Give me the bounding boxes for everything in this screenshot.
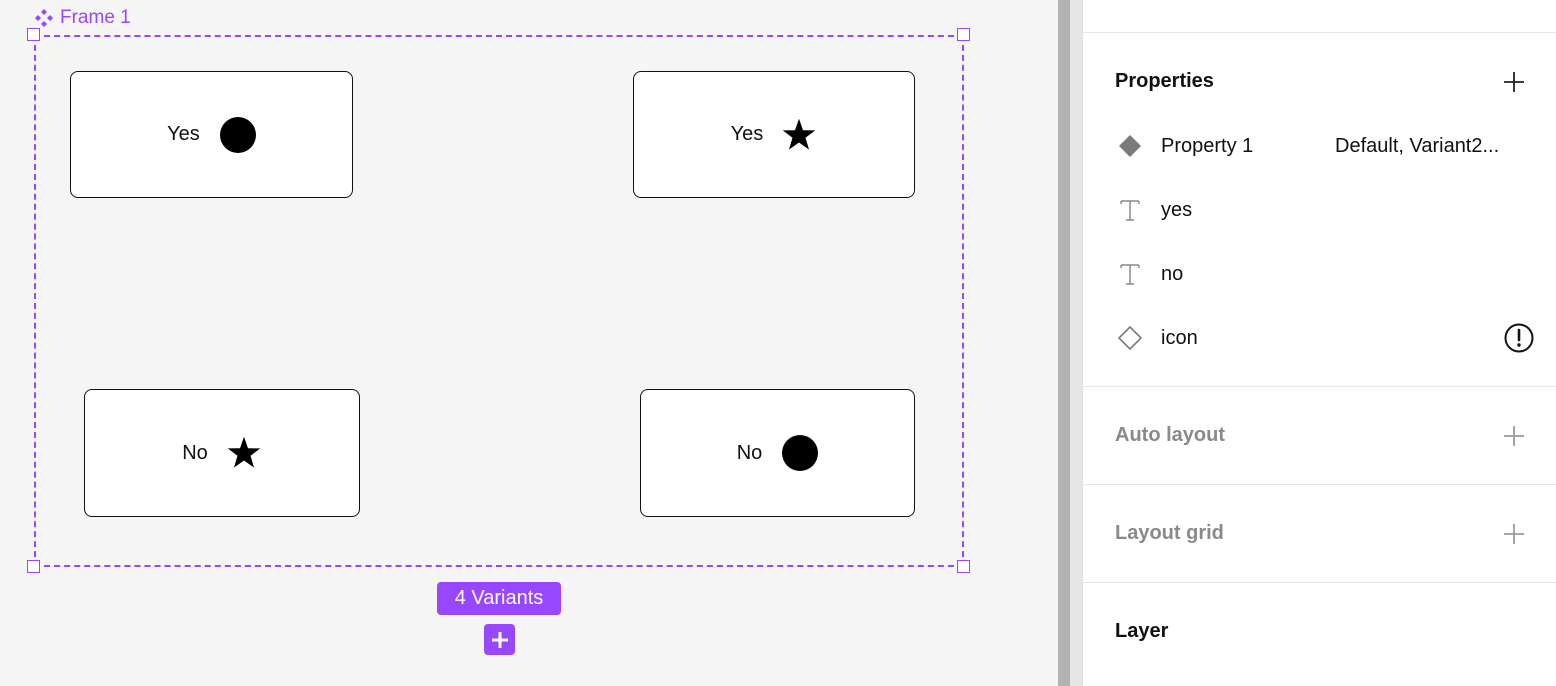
plus-icon (491, 631, 508, 648)
add-property-icon[interactable] (1502, 70, 1526, 94)
property-row-yes[interactable]: yes (1115, 190, 1535, 230)
panel-gutter (1070, 0, 1082, 686)
variant-label: No (736, 441, 763, 464)
frame-label[interactable]: Frame 1 (34, 6, 131, 30)
property-name: no (1161, 262, 1184, 285)
variant-label: No (182, 441, 208, 464)
text-property-icon (1115, 259, 1145, 289)
variant-label: Yes (730, 123, 764, 145)
layout-grid-title: Layout grid (1115, 522, 1224, 544)
auto-layout-title: Auto layout (1115, 424, 1225, 446)
add-layout-grid-icon[interactable] (1502, 522, 1526, 546)
resize-handle-bottom-right[interactable] (957, 560, 970, 573)
add-variant-button[interactable] (484, 624, 515, 655)
text-property-icon (1115, 195, 1145, 225)
variant-yes-star[interactable]: Yes (633, 71, 915, 198)
property-row-property-1[interactable]: Property 1 Default, Variant2... (1115, 126, 1535, 166)
frame-name: Frame 1 (60, 7, 131, 28)
section-divider (1083, 386, 1556, 387)
property-value: Default, Variant2... (1335, 134, 1500, 157)
variant-label: Yes (167, 123, 200, 145)
variant-no-star[interactable]: No (84, 389, 360, 517)
resize-handle-top-right[interactable] (957, 28, 970, 41)
section-divider (1083, 484, 1556, 485)
add-auto-layout-icon[interactable] (1502, 424, 1526, 448)
section-divider (1083, 582, 1556, 583)
resize-handle-top-left[interactable] (27, 28, 40, 41)
variant-property-icon (1115, 131, 1145, 161)
instance-swap-icon (1115, 323, 1145, 353)
properties-title: Properties (1115, 70, 1214, 92)
component-set-icon (35, 9, 53, 27)
circle-icon (219, 116, 256, 153)
canvas-scrollbar[interactable] (1058, 0, 1070, 686)
variants-count-badge: 4 Variants (437, 582, 561, 615)
canvas[interactable]: Frame 1 Yes Yes No No 4 Variants (0, 0, 1058, 686)
property-name: yes (1161, 198, 1193, 221)
star-icon (227, 436, 261, 468)
circle-icon (782, 435, 819, 471)
section-divider (1083, 32, 1556, 33)
variant-no-circle[interactable]: No (640, 389, 915, 517)
property-row-icon[interactable]: icon (1115, 318, 1535, 358)
star-icon (783, 118, 816, 150)
design-panel: Properties Property 1 Default, Variant2.… (1082, 0, 1556, 686)
warning-icon[interactable] (1503, 322, 1535, 354)
property-name: icon (1161, 326, 1198, 349)
variant-yes-circle[interactable]: Yes (70, 71, 353, 198)
property-name: Property 1 (1161, 134, 1254, 157)
layer-title: Layer (1115, 620, 1169, 642)
resize-handle-bottom-left[interactable] (27, 560, 40, 573)
property-row-no[interactable]: no (1115, 254, 1535, 294)
